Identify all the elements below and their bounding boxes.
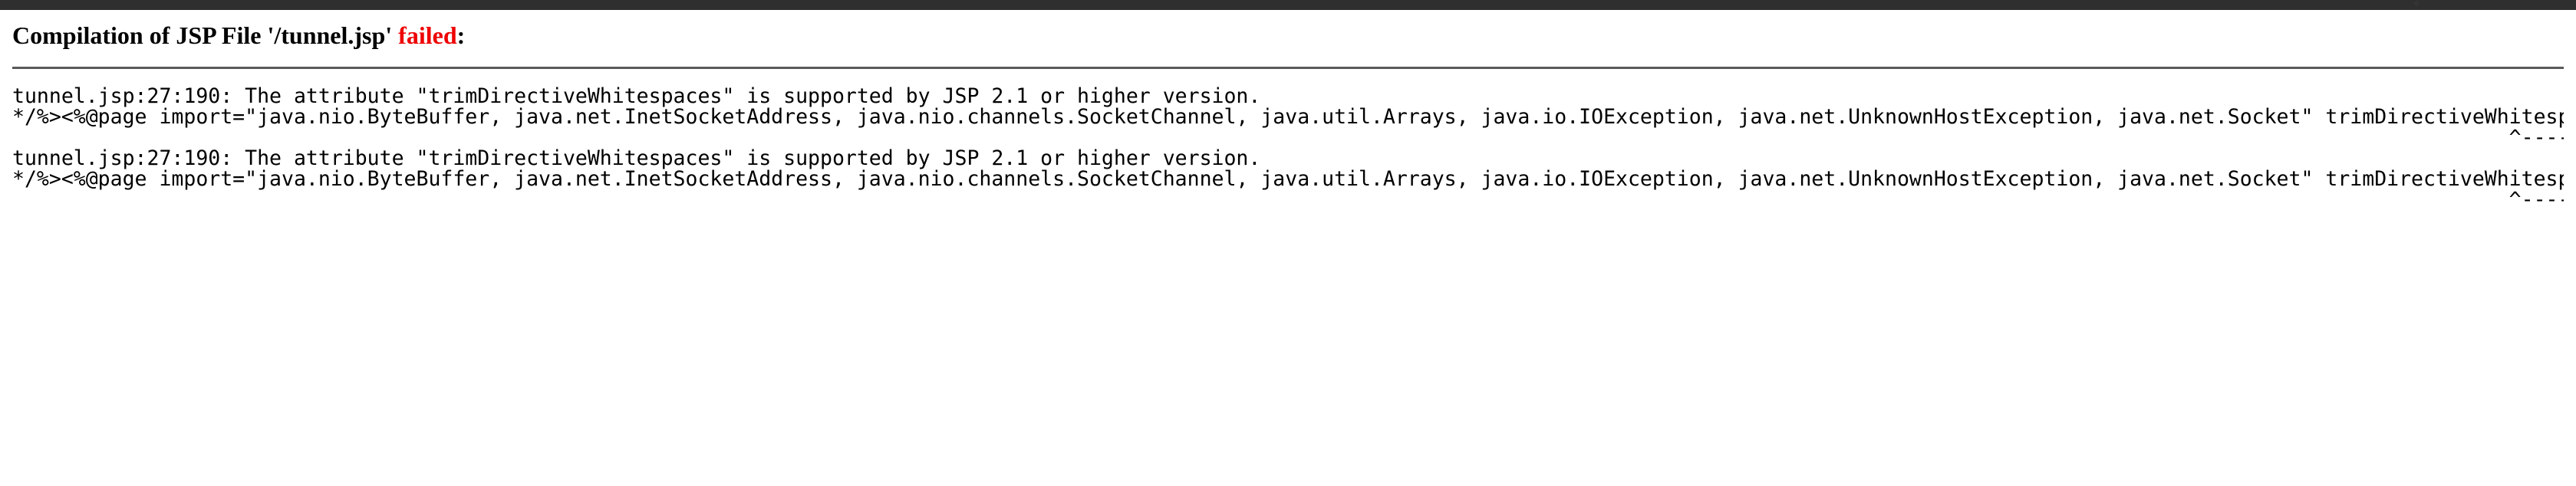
divider xyxy=(12,67,2564,69)
title-prefix: Compilation of JSP File '/tunnel.jsp' xyxy=(12,21,399,49)
page-title: Compilation of JSP File '/tunnel.jsp' fa… xyxy=(12,10,2564,50)
error-log[interactable]: tunnel.jsp:27:190: The attribute "trimDi… xyxy=(12,86,2564,210)
title-suffix: : xyxy=(456,21,466,49)
error-marker: ^----------------------^ xyxy=(12,188,2564,210)
browser-top-bar: ⁘ xyxy=(0,0,2576,10)
error-page: Compilation of JSP File '/tunnel.jsp' fa… xyxy=(12,10,2564,210)
status-failed: failed xyxy=(398,21,457,49)
window-control-icon: ⁘ xyxy=(2413,0,2420,8)
